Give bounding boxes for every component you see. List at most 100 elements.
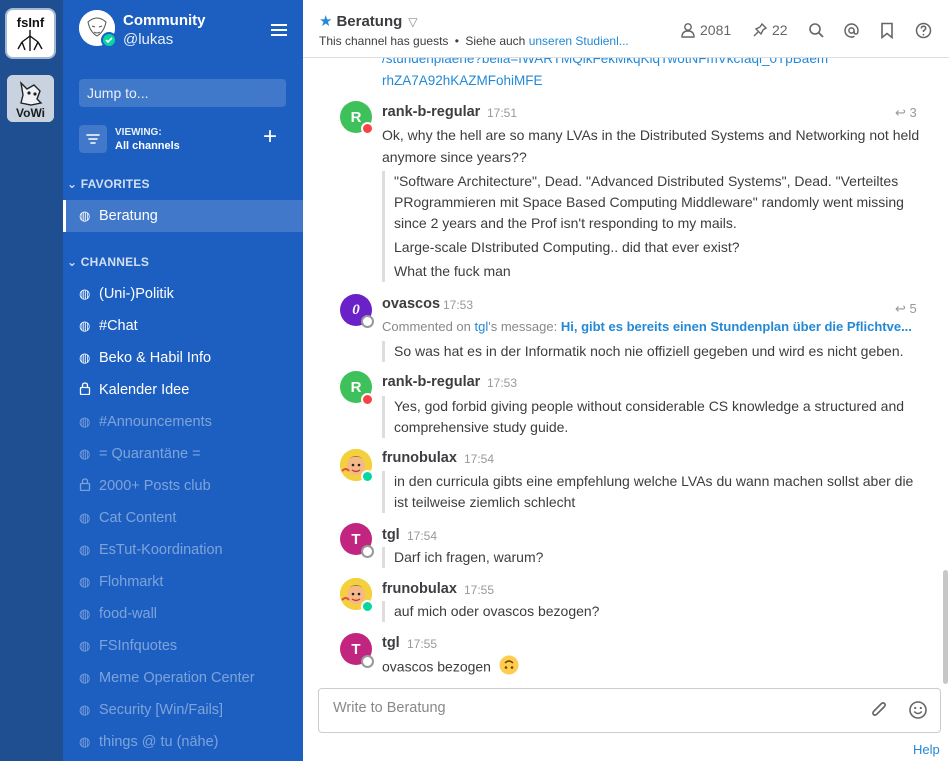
message-composer[interactable] [318, 688, 941, 733]
channel-description: This channel has guests • Siehe auch uns… [319, 34, 629, 48]
globe-icon: ◍ [79, 208, 91, 223]
post-author[interactable]: frunobulax [382, 450, 457, 466]
members-button[interactable]: 2081 [680, 19, 731, 41]
sidebar-item-label: Beratung [99, 208, 158, 224]
sidebar-item-channel[interactable]: ◍ #Chat [63, 310, 303, 342]
post-time[interactable]: 17:55 [464, 583, 494, 597]
mentions-button[interactable] [843, 19, 860, 41]
team-fsinf-button[interactable]: fsInf [7, 10, 54, 57]
study-plan-link[interactable]: unseren Studienl... [529, 34, 629, 48]
sidebar-item-channel[interactable]: ◍ (Uni-)Politik [63, 278, 303, 310]
sidebar-item-channel[interactable]: ◍ FSInfquotes [63, 630, 303, 662]
globe-icon: ◍ [79, 446, 91, 461]
lock-icon [79, 382, 99, 398]
reply-count-button[interactable]: ↩ 3 [895, 105, 917, 121]
post-author[interactable]: ovascos [382, 296, 440, 312]
add-channel-icon[interactable]: + [263, 125, 277, 149]
channels-header[interactable]: ⌄ CHANNELS [67, 255, 149, 269]
message-link[interactable]: rhZA7A92hKAZMFohiMFE [382, 73, 543, 88]
dnd-status-icon [361, 393, 374, 406]
reply-count-button[interactable]: ↩ 5 [895, 301, 917, 317]
post-time[interactable]: 17:55 [407, 637, 437, 651]
offline-status-icon [361, 545, 374, 558]
sidebar-item-beratung[interactable]: ◍ Beratung [63, 200, 303, 232]
team-name[interactable]: Community [123, 12, 206, 29]
sidebar-item-channel[interactable]: ◍ things @ tu (nähe) [63, 726, 303, 758]
sidebar-item-channel[interactable]: ◍ = Quarantäne = [63, 438, 303, 470]
user-name[interactable]: @lukas [123, 31, 173, 48]
search-button[interactable] [808, 19, 825, 41]
pinned-count: 22 [772, 22, 788, 38]
commented-on: Commented on tgl's message: Hi, gibt es … [382, 319, 912, 334]
sidebar-item-channel[interactable]: 2000+ Posts club [63, 470, 303, 502]
team-vowi-button[interactable]: VoWi [7, 75, 54, 122]
sidebar-item-channel[interactable]: ◍ Flohmarkt [63, 566, 303, 598]
reply-icon: ↩ [895, 301, 906, 316]
message-scrollbar[interactable] [943, 570, 948, 684]
sidebar-item-label: (Uni-)Politik [99, 286, 174, 302]
globe-icon: ◍ [79, 606, 91, 621]
globe-icon: ◍ [79, 638, 91, 653]
channel-title[interactable]: ★ Beratung ▽ [319, 12, 418, 30]
post-author[interactable]: tgl [382, 635, 400, 651]
jump-to-input[interactable]: Jump to... [79, 79, 286, 107]
globe-icon: ◍ [79, 286, 91, 301]
user-avatar[interactable] [79, 10, 117, 48]
sidebar-item-label: #Announcements [99, 414, 212, 430]
message-link[interactable]: /stundenplaene?bella=fWARTMQlkFekMkqKiqT… [382, 58, 828, 66]
favorite-star-icon[interactable]: ★ [319, 13, 332, 30]
favorites-header[interactable]: ⌄ FAVORITES [67, 177, 150, 191]
channel-sidebar: Community @lukas Jump to... VIEWING: All… [63, 0, 303, 761]
post-time[interactable]: 17:54 [464, 452, 494, 466]
post-time[interactable]: 17:54 [407, 529, 437, 543]
search-icon [809, 22, 824, 38]
post-text: So was hat es in der Informatik noch nie… [382, 341, 927, 362]
saved-button[interactable] [880, 19, 894, 41]
sidebar-item-channel[interactable]: ◍ #Announcements [63, 406, 303, 438]
fsinf-logo: fsInf [9, 12, 52, 55]
dnd-status-icon [361, 122, 374, 135]
at-mention-icon [844, 22, 859, 38]
viewing-value[interactable]: All channels [115, 140, 180, 152]
online-status-icon [361, 600, 374, 613]
post-author[interactable]: rank-b-regular [382, 104, 480, 120]
comment-quote-link[interactable]: Hi, gibt es bereits einen Stundenplan üb… [561, 319, 912, 334]
sidebar-item-label: = Quarantäne = [99, 446, 201, 462]
team-sidebar: fsInf VoWi [0, 0, 63, 761]
sidebar-item-channel[interactable]: ◍ Cat Content [63, 502, 303, 534]
post-text: Ok, why the hell are so many LVAs in the… [382, 127, 920, 165]
attachment-icon[interactable] [870, 700, 888, 723]
menu-icon[interactable] [271, 24, 287, 36]
sidebar-item-channel[interactable]: ◍ Security [Win/Fails] [63, 694, 303, 726]
offline-status-icon [361, 315, 374, 328]
pin-icon [753, 22, 768, 37]
sidebar-item-label: FSInfquotes [99, 638, 178, 654]
message-input[interactable] [333, 700, 853, 716]
post-quote: "Software Architecture", Dead. "Advanced… [382, 171, 927, 282]
chevron-down-icon[interactable]: ▽ [408, 15, 417, 29]
post-time[interactable]: 17:51 [487, 106, 517, 120]
comment-user-link[interactable]: tgl [475, 319, 489, 334]
sidebar-item-channel[interactable]: ◍ Beko & Habil Info [63, 342, 303, 374]
globe-icon: ◍ [79, 734, 91, 749]
post-text: ovascos bezogen [382, 655, 519, 681]
post-author[interactable]: frunobulax [382, 581, 457, 597]
sidebar-item-label: Kalender Idee [99, 382, 190, 398]
filter-icon[interactable] [79, 125, 107, 153]
post-time[interactable]: 17:53 [443, 298, 473, 312]
post-author[interactable]: rank-b-regular [382, 374, 480, 390]
sidebar-item-channel[interactable]: Kalender Idee [63, 374, 303, 406]
post-time[interactable]: 17:53 [487, 376, 517, 390]
reply-icon: ↩ [895, 105, 906, 120]
online-status-icon [101, 32, 117, 48]
sidebar-item-channel[interactable]: ◍ Meme Operation Center [63, 662, 303, 694]
post-author[interactable]: tgl [382, 527, 400, 543]
sidebar-item-channel[interactable]: ◍ food-wall [63, 598, 303, 630]
viewing-label: VIEWING: [115, 127, 162, 138]
emoji-picker-icon[interactable] [908, 700, 928, 723]
globe-icon: ◍ [79, 318, 91, 333]
sidebar-item-channel[interactable]: ◍ EsTut-Koordination [63, 534, 303, 566]
help-button[interactable] [915, 19, 932, 41]
help-link[interactable]: Help [913, 742, 940, 757]
pinned-button[interactable]: 22 [752, 19, 788, 41]
